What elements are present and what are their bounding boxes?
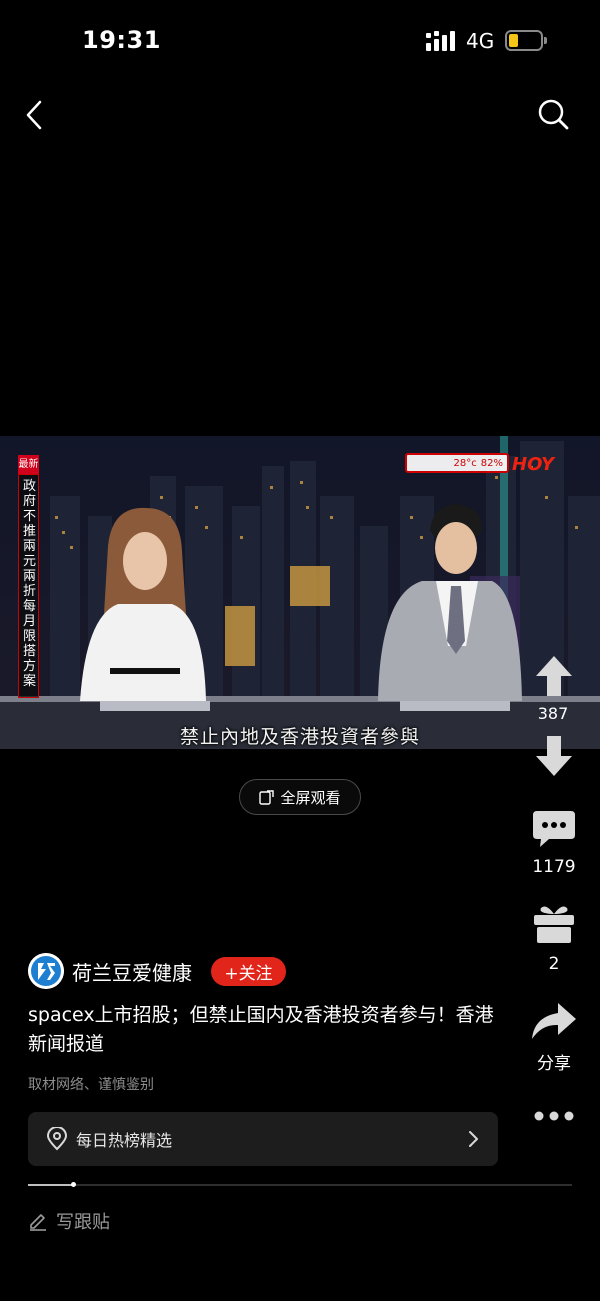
news-tag: 最新 bbox=[18, 455, 39, 474]
pencil-icon bbox=[30, 1214, 46, 1231]
post-disclaimer: 取材网络、谨慎鉴别 bbox=[28, 1077, 154, 1093]
downvote-icon[interactable] bbox=[535, 734, 573, 778]
chevron-right-icon bbox=[469, 1131, 478, 1147]
avatar[interactable] bbox=[28, 953, 64, 989]
battery-icon bbox=[505, 30, 547, 51]
share-label: 分享 bbox=[537, 1054, 571, 1074]
signal-icon bbox=[426, 31, 455, 51]
video-progress-bar[interactable] bbox=[28, 1182, 572, 1187]
news-ticker-text: 政府不推兩元兩折每月限搭方案 bbox=[22, 479, 36, 689]
progress-fill bbox=[28, 1184, 73, 1186]
news-ticker-vertical: 政府不推兩元兩折每月限搭方案 bbox=[18, 474, 39, 698]
weather-badge: 28°c 82% bbox=[405, 453, 509, 473]
battery-fill bbox=[509, 34, 518, 47]
comment-icon[interactable] bbox=[531, 809, 577, 849]
write-reply-label: 写跟贴 bbox=[56, 1212, 110, 1233]
fullscreen-button[interactable]: 全屏观看 bbox=[239, 779, 361, 815]
search-icon[interactable] bbox=[536, 97, 570, 131]
network-label: 4G bbox=[466, 29, 495, 53]
author-name[interactable]: 荷兰豆爱健康 bbox=[72, 957, 192, 986]
share-icon[interactable] bbox=[530, 1001, 578, 1041]
video-frame bbox=[0, 436, 600, 749]
weather-humidity: 82% bbox=[480, 457, 503, 469]
avatar-logo bbox=[28, 953, 64, 989]
more-options-icon[interactable] bbox=[533, 1110, 575, 1122]
status-time: 19:31 bbox=[82, 26, 161, 54]
progress-knob[interactable] bbox=[70, 1182, 76, 1187]
write-reply-button[interactable]: 写跟贴 bbox=[28, 1208, 110, 1234]
video-player[interactable]: 最新 政府不推兩元兩折每月限搭方案 28°c 82% HOY 禁止內地及香港投資… bbox=[0, 436, 600, 749]
vote-count: 387 bbox=[537, 704, 569, 723]
comment-count: 1179 bbox=[532, 857, 576, 877]
fullscreen-label: 全屏观看 bbox=[280, 788, 341, 807]
post-title: spacex上市招股；但禁止国内及香港投资者参与！香港新闻报道 bbox=[28, 1004, 494, 1055]
tv-channel-logo: HOY bbox=[512, 454, 555, 475]
video-subtitle: 禁止內地及香港投資者參與 bbox=[179, 726, 420, 748]
upvote-icon[interactable] bbox=[535, 654, 573, 698]
location-icon bbox=[46, 1127, 68, 1151]
topic-bar[interactable]: 每日热榜精选 bbox=[28, 1112, 498, 1166]
gift-count: 2 bbox=[548, 954, 560, 974]
fullscreen-icon bbox=[259, 789, 275, 805]
topic-label: 每日热榜精选 bbox=[76, 1131, 173, 1150]
back-icon[interactable] bbox=[20, 98, 50, 132]
follow-button[interactable]: +关注 bbox=[211, 957, 286, 986]
weather-temperature: 28°c bbox=[453, 457, 477, 469]
gift-icon[interactable] bbox=[532, 901, 576, 945]
